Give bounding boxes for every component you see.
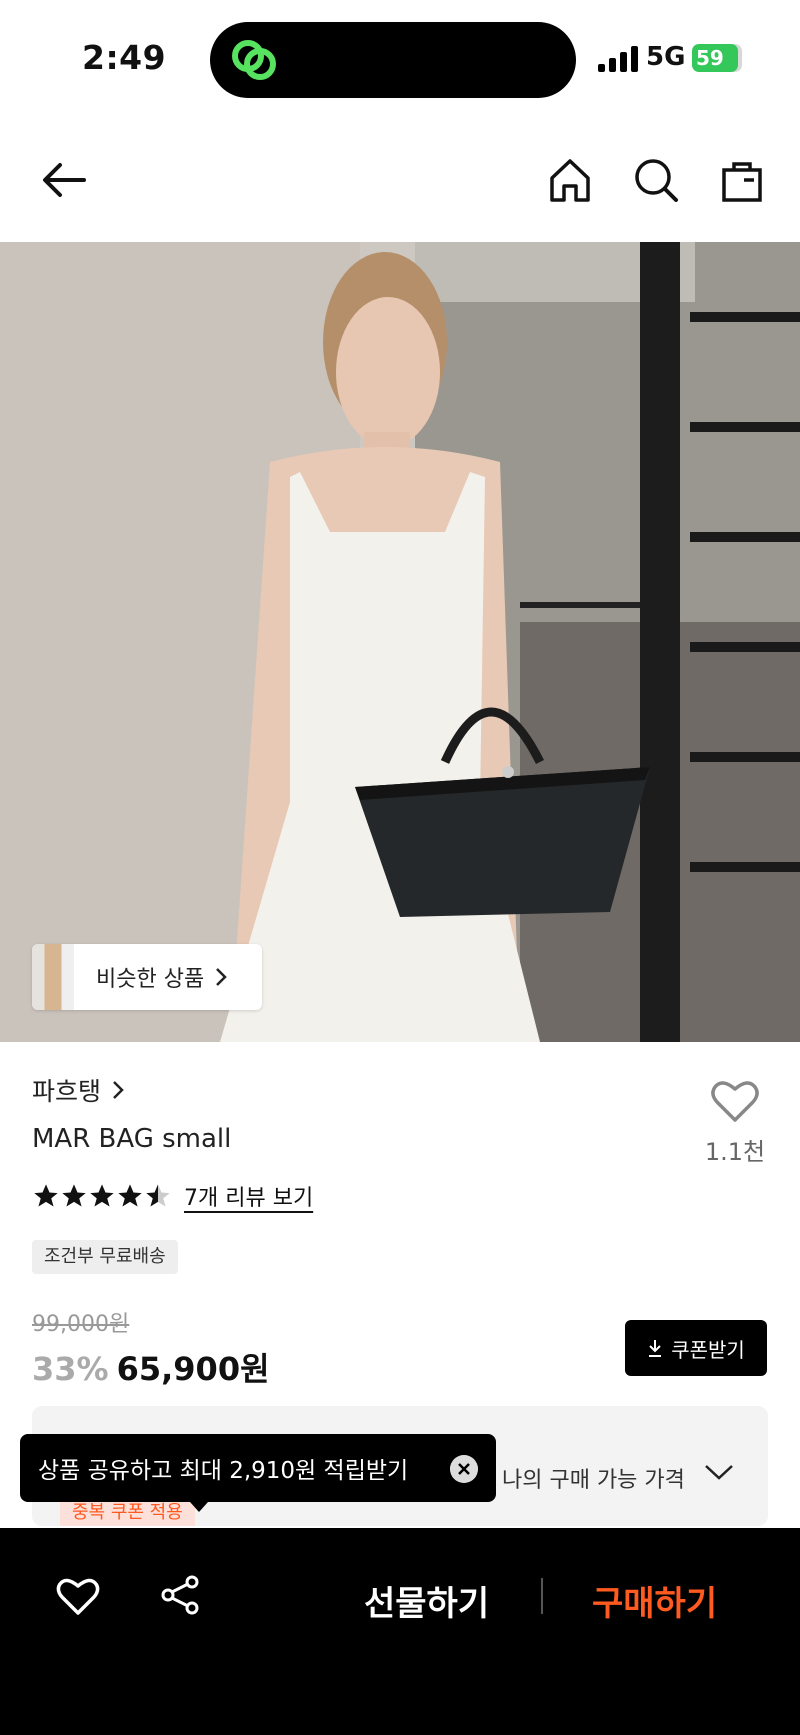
heart-icon xyxy=(711,1081,759,1122)
like-button[interactable]: 1.1천 xyxy=(702,1078,768,1167)
chevron-down-icon xyxy=(705,1465,733,1480)
top-nav xyxy=(0,130,800,230)
product-name: MAR BAG small xyxy=(32,1124,232,1154)
my-price-label: 나의 구매 가능 가격 xyxy=(502,1468,685,1493)
rating-row: 7개 리뷰 보기 xyxy=(32,1180,313,1212)
chevron-right-icon xyxy=(216,968,227,986)
home-icon[interactable] xyxy=(542,152,598,208)
star-half-icon xyxy=(146,1184,170,1207)
gift-button[interactable]: 선물하기 xyxy=(364,1576,489,1625)
close-icon[interactable] xyxy=(450,1455,478,1483)
star-full-icon xyxy=(62,1184,86,1207)
bottom-action-bar: 선물하기 구매하기 xyxy=(0,1528,800,1735)
signal-icon xyxy=(598,46,638,72)
network-type: 5G xyxy=(646,42,686,72)
shopping-bag-icon[interactable] xyxy=(714,152,770,208)
app-link-icon xyxy=(232,40,276,80)
brand-link[interactable]: 파흐탱 xyxy=(32,1072,125,1108)
coupon-label: 쿠폰받기 xyxy=(671,1337,745,1362)
shipping-badge: 조건부 무료배송 xyxy=(32,1240,178,1274)
price-row: 33% 65,900원 xyxy=(32,1344,270,1390)
discount-rate: 33% xyxy=(32,1350,109,1388)
product-photo xyxy=(0,242,800,1042)
like-count: 1.1천 xyxy=(704,1138,766,1166)
battery-icon: 59 xyxy=(692,44,744,72)
divider xyxy=(541,1578,543,1614)
chevron-right-icon xyxy=(113,1081,124,1099)
view-reviews-link[interactable]: 7개 리뷰 보기 xyxy=(184,1180,313,1212)
wishlist-heart-icon[interactable] xyxy=(56,1576,100,1616)
similar-label: 비슷한 상품 xyxy=(96,967,205,992)
product-image[interactable]: 비슷한 상품 xyxy=(0,242,800,1042)
similar-products-button[interactable]: 비슷한 상품 xyxy=(32,944,262,1010)
share-icon[interactable] xyxy=(160,1574,202,1616)
similar-thumbnail xyxy=(32,944,74,1010)
buy-button[interactable]: 구매하기 xyxy=(592,1576,717,1625)
status-time: 2:49 xyxy=(82,38,167,77)
dynamic-island xyxy=(210,22,576,98)
star-full-icon xyxy=(118,1184,142,1207)
brand-name: 파흐탱 xyxy=(32,1077,102,1106)
download-icon xyxy=(649,1340,662,1357)
tooltip-text: 상품 공유하고 최대 2,910원 적립받기 xyxy=(38,1458,409,1484)
sale-price: 65,900원 xyxy=(116,1350,270,1388)
star-full-icon xyxy=(90,1184,114,1207)
original-price: 99,000원 xyxy=(32,1312,130,1337)
get-coupon-button[interactable]: 쿠폰받기 xyxy=(625,1320,767,1376)
rating-stars xyxy=(32,1182,172,1210)
star-full-icon xyxy=(34,1184,58,1207)
status-bar: 2:49 5G 59 xyxy=(0,0,800,110)
back-arrow-icon[interactable] xyxy=(36,152,92,208)
battery-level: 59 xyxy=(696,46,724,70)
share-reward-tooltip: 상품 공유하고 최대 2,910원 적립받기 xyxy=(20,1434,496,1512)
search-icon[interactable] xyxy=(628,152,684,208)
tooltip-tail xyxy=(190,1502,208,1512)
